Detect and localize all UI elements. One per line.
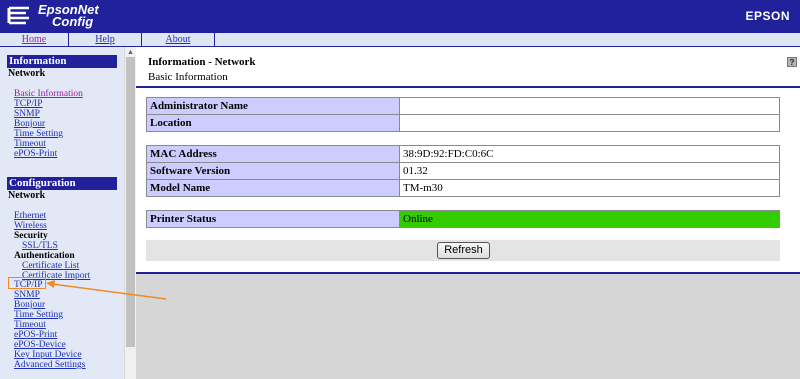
sidebar-info-snmp[interactable]: SNMP <box>14 109 40 119</box>
printer-status-label: Printer Status <box>146 210 400 228</box>
sidebar-config-epos-device[interactable]: ePOS-Device <box>14 340 66 350</box>
mac-address-label: MAC Address <box>146 145 400 163</box>
sidebar-config-key-input-device[interactable]: Key Input Device <box>14 350 82 360</box>
epsonnet-logo-icon <box>6 4 32 28</box>
sidebar-information-header: Information <box>7 55 117 68</box>
sidebar-configuration-header: Configuration <box>7 177 117 190</box>
sidebar-config-advanced-settings[interactable]: Advanced Settings <box>14 360 86 370</box>
nav-about-link[interactable]: About <box>166 34 191 45</box>
sidebar-info-timeout[interactable]: Timeout <box>14 139 46 149</box>
device-info-table: MAC Address 38:9D:92:FD:C0:6C Software V… <box>146 145 780 197</box>
sidebar-configuration-subtitle: Network <box>8 190 46 201</box>
top-navigation: Home Help About <box>0 33 800 47</box>
sidebar-security-label: Security <box>14 231 48 241</box>
software-version-label: Software Version <box>146 162 400 180</box>
sidebar-config-certificate-list[interactable]: Certificate List <box>22 261 79 271</box>
table-row: Software Version 01.32 <box>146 162 780 180</box>
table-row: MAC Address 38:9D:92:FD:C0:6C <box>146 145 780 163</box>
model-name-label: Model Name <box>146 179 400 197</box>
nav-help-cell: Help <box>69 33 142 47</box>
sidebar-scrollbar[interactable]: ▲ <box>124 47 136 379</box>
sidebar-information-subtitle: Network <box>8 68 46 79</box>
table-row: Model Name TM-m30 <box>146 179 780 197</box>
software-version-value: 01.32 <box>399 162 780 180</box>
sidebar: Information Network Basic Information TC… <box>0 47 124 379</box>
table-row: Location <box>146 114 780 132</box>
content-panel: Information - Network Basic Information … <box>136 47 800 274</box>
table-row: Printer Status Online <box>146 210 780 228</box>
header-banner: EpsonNet Config EPSON <box>0 0 800 33</box>
sidebar-config-time-setting[interactable]: Time Setting <box>14 310 63 320</box>
page-subtitle: Basic Information <box>148 71 228 83</box>
status-table: Printer Status Online <box>146 210 780 228</box>
sidebar-config-ssl-tls[interactable]: SSL/TLS <box>22 241 58 251</box>
main-area: Information - Network Basic Information … <box>136 47 800 379</box>
sidebar-config-epos-print[interactable]: ePOS-Print <box>14 330 57 340</box>
sidebar-info-tcpip[interactable]: TCP/IP <box>14 99 43 109</box>
sidebar-info-epos-print[interactable]: ePOS-Print <box>14 149 57 159</box>
sidebar-authentication-label: Authentication <box>14 251 75 261</box>
highlight-box <box>8 277 46 289</box>
location-value <box>399 114 780 132</box>
location-label: Location <box>146 114 400 132</box>
sidebar-config-bonjour[interactable]: Bonjour <box>14 300 45 310</box>
brand-label: EPSON <box>745 9 790 23</box>
nav-home-link[interactable]: Home <box>22 34 46 45</box>
sidebar-info-bonjour[interactable]: Bonjour <box>14 119 45 129</box>
nav-help-link[interactable]: Help <box>95 34 114 45</box>
table-row: Administrator Name <box>146 97 780 115</box>
nav-about-cell: About <box>142 33 215 47</box>
printer-status-value: Online <box>399 210 780 228</box>
help-icon[interactable]: ? <box>787 57 797 67</box>
nav-home-cell: Home <box>0 33 69 47</box>
refresh-bar: Refresh <box>146 240 780 261</box>
model-name-value: TM-m30 <box>399 179 780 197</box>
administrator-name-value <box>399 97 780 115</box>
title-divider <box>136 86 800 88</box>
scroll-thumb[interactable] <box>126 57 135 347</box>
sidebar-info-time-setting[interactable]: Time Setting <box>14 129 63 139</box>
sidebar-config-wireless[interactable]: Wireless <box>14 221 47 231</box>
logo-line2: Config <box>52 14 94 29</box>
admin-info-table: Administrator Name Location <box>146 97 780 132</box>
sidebar-config-snmp[interactable]: SNMP <box>14 290 40 300</box>
sidebar-config-timeout[interactable]: Timeout <box>14 320 46 330</box>
sidebar-config-ethernet[interactable]: Ethernet <box>14 211 46 221</box>
sidebar-info-basic-information[interactable]: Basic Information <box>14 89 83 99</box>
scroll-up-arrow-icon[interactable]: ▲ <box>125 47 136 57</box>
mac-address-value: 38:9D:92:FD:C0:6C <box>399 145 780 163</box>
administrator-name-label: Administrator Name <box>146 97 400 115</box>
refresh-button[interactable]: Refresh <box>437 242 490 259</box>
logo-text: EpsonNet Config <box>38 3 99 29</box>
page-title: Information - Network <box>148 56 256 68</box>
